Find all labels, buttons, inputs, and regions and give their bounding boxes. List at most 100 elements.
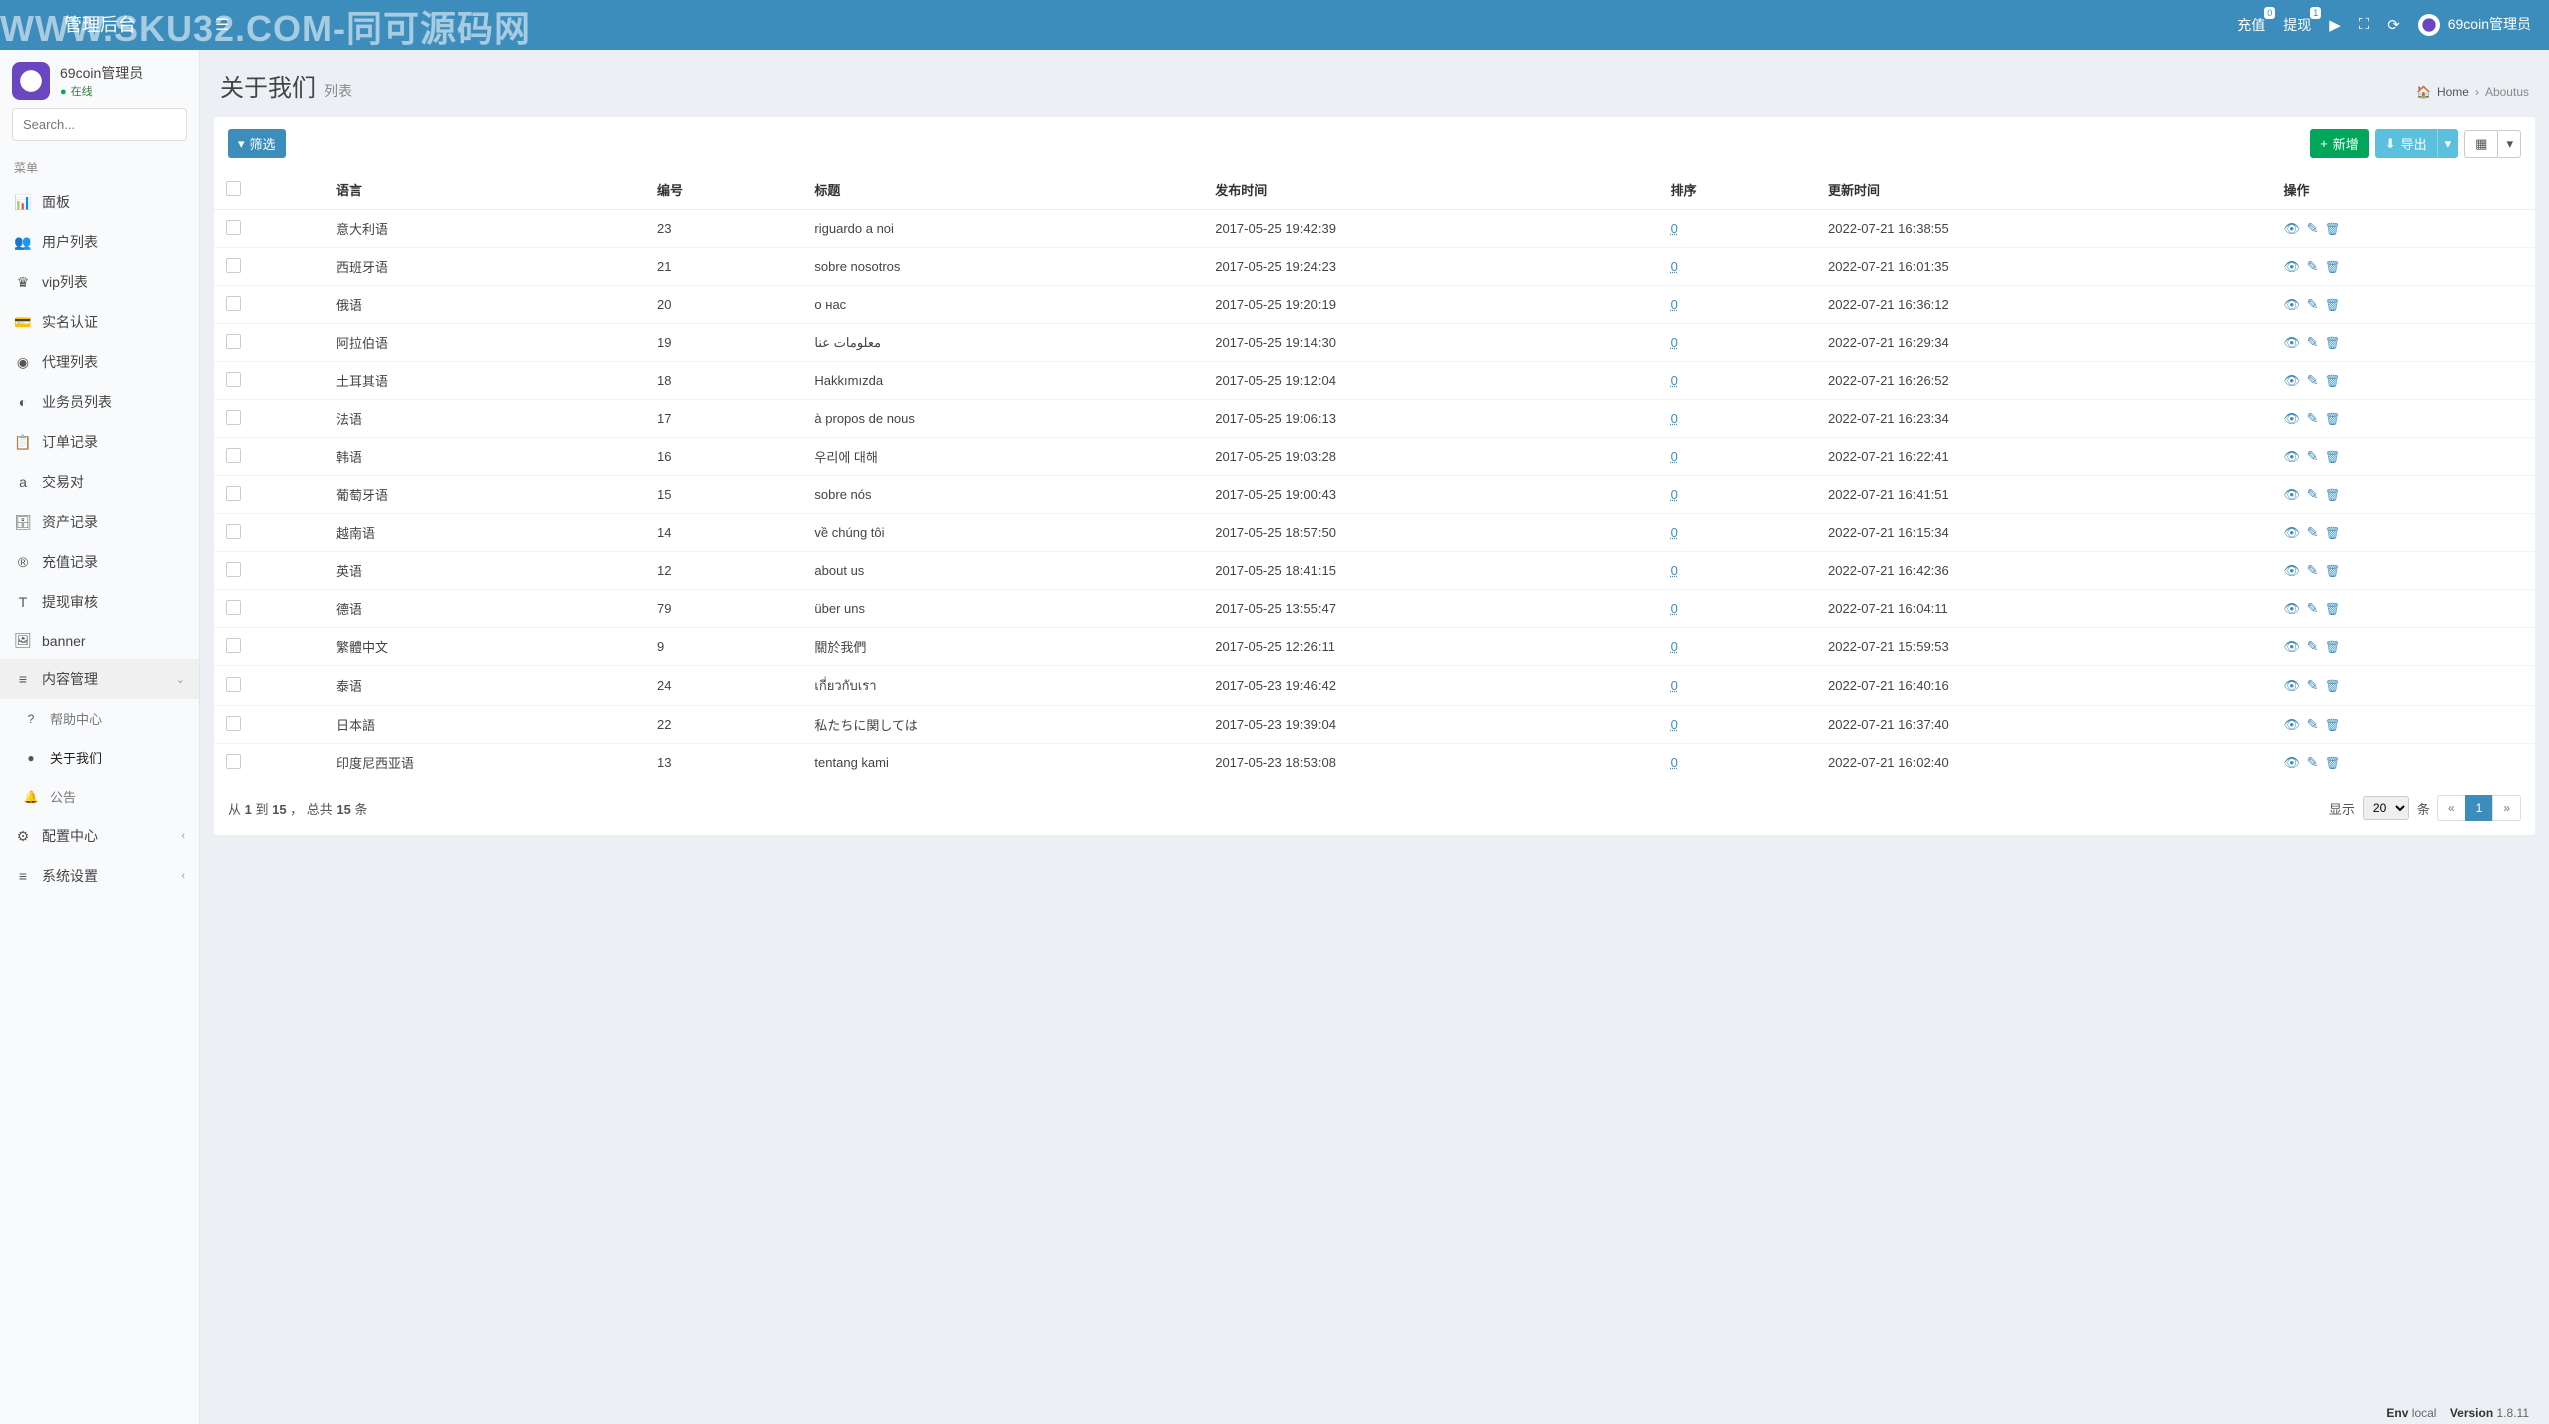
export-caret[interactable]: ▾ (2437, 129, 2459, 158)
edit-icon[interactable] (2307, 448, 2319, 464)
cell-sort[interactable]: 0 (1671, 259, 1678, 274)
cell-sort[interactable]: 0 (1671, 373, 1678, 388)
cell-sort[interactable]: 0 (1671, 221, 1678, 236)
row-checkbox[interactable] (226, 600, 241, 615)
sidebar-item-content-mgmt[interactable]: ≡ 内容管理 ⌄ (0, 659, 199, 699)
sidebar-item-0[interactable]: 📊面板 (0, 182, 199, 222)
row-checkbox[interactable] (226, 677, 241, 692)
delete-icon[interactable] (2325, 524, 2340, 540)
view-icon[interactable] (2283, 677, 2300, 693)
edit-icon[interactable] (2307, 220, 2319, 236)
view-icon[interactable] (2283, 258, 2300, 274)
add-button[interactable]: + 新增 (2310, 129, 2369, 158)
view-icon[interactable] (2283, 296, 2300, 312)
edit-icon[interactable] (2307, 334, 2319, 350)
cell-sort[interactable]: 0 (1671, 525, 1678, 540)
delete-icon[interactable] (2325, 677, 2340, 693)
row-checkbox[interactable] (226, 448, 241, 463)
refresh-icon[interactable]: ⟳ (2387, 16, 2400, 34)
logo[interactable]: 管理后台 (0, 0, 200, 50)
fullscreen-icon[interactable]: ⛶ (2359, 16, 2370, 33)
delete-icon[interactable] (2325, 638, 2340, 654)
cell-sort[interactable]: 0 (1671, 678, 1678, 693)
col-id[interactable]: 编号 (645, 170, 802, 210)
row-checkbox[interactable] (226, 334, 241, 349)
sidebar-item-11[interactable]: 🖼banner (0, 622, 199, 659)
edit-icon[interactable] (2307, 296, 2319, 312)
sidebar-item-5[interactable]: ◐业务员列表 (0, 382, 199, 422)
row-checkbox[interactable] (226, 486, 241, 501)
edit-icon[interactable] (2307, 372, 2319, 388)
sidebar-subitem-0[interactable]: ?帮助中心 (0, 699, 199, 738)
view-icon[interactable] (2283, 754, 2300, 770)
col-sort[interactable]: 排序 (1659, 170, 1816, 210)
cell-sort[interactable]: 0 (1671, 335, 1678, 350)
topnav-withdraw[interactable]: 提现 1 (2283, 15, 2311, 35)
select-all-checkbox[interactable] (226, 181, 241, 196)
row-checkbox[interactable] (226, 638, 241, 653)
delete-icon[interactable] (2325, 334, 2340, 350)
delete-icon[interactable] (2325, 410, 2340, 426)
edit-icon[interactable] (2307, 600, 2319, 616)
edit-icon[interactable] (2307, 638, 2319, 654)
row-checkbox[interactable] (226, 410, 241, 425)
col-upd[interactable]: 更新时间 (1816, 170, 2271, 210)
page-size-select[interactable]: 20 (2363, 796, 2409, 820)
col-lang[interactable]: 语言 (324, 170, 645, 210)
sidebar-toggle[interactable]: ☰ (200, 15, 244, 35)
play-icon[interactable]: ▶ (2329, 16, 2341, 34)
page-1[interactable]: 1 (2465, 795, 2494, 821)
grid-button[interactable]: ▦ (2464, 130, 2498, 158)
delete-icon[interactable] (2325, 220, 2340, 236)
sidebar-item-6[interactable]: 📋订单记录 (0, 422, 199, 462)
view-icon[interactable] (2283, 334, 2300, 350)
edit-icon[interactable] (2307, 486, 2319, 502)
topnav-recharge[interactable]: 充值 0 (2237, 15, 2265, 35)
row-checkbox[interactable] (226, 754, 241, 769)
delete-icon[interactable] (2325, 754, 2340, 770)
sidebar-item-10[interactable]: T提现审核 (0, 582, 199, 622)
sidebar-item-8[interactable]: 🗄资产记录 (0, 502, 199, 542)
crumb-home[interactable]: Home (2437, 85, 2469, 99)
view-icon[interactable] (2283, 638, 2300, 654)
col-title[interactable]: 标题 (802, 170, 1203, 210)
row-checkbox[interactable] (226, 296, 241, 311)
view-icon[interactable] (2283, 600, 2300, 616)
export-button[interactable]: ⬇ 导出 (2375, 129, 2437, 158)
sidebar-item-3[interactable]: 💳实名认证 (0, 302, 199, 342)
delete-icon[interactable] (2325, 716, 2340, 732)
grid-caret[interactable]: ▾ (2498, 130, 2521, 158)
cell-sort[interactable]: 0 (1671, 717, 1678, 732)
view-icon[interactable] (2283, 716, 2300, 732)
edit-icon[interactable] (2307, 716, 2319, 732)
edit-icon[interactable] (2307, 258, 2319, 274)
row-checkbox[interactable] (226, 524, 241, 539)
edit-icon[interactable] (2307, 677, 2319, 693)
delete-icon[interactable] (2325, 372, 2340, 388)
delete-icon[interactable] (2325, 258, 2340, 274)
row-checkbox[interactable] (226, 562, 241, 577)
topnav-user[interactable]: 69coin管理员 (2418, 14, 2531, 36)
sidebar-subitem-1[interactable]: ●关于我们 (0, 738, 199, 777)
row-checkbox[interactable] (226, 258, 241, 273)
view-icon[interactable] (2283, 562, 2300, 578)
view-icon[interactable] (2283, 524, 2300, 540)
filter-button[interactable]: ▾ 筛选 (228, 129, 286, 158)
page-prev[interactable]: « (2437, 795, 2466, 821)
view-icon[interactable] (2283, 372, 2300, 388)
cell-sort[interactable]: 0 (1671, 297, 1678, 312)
view-icon[interactable] (2283, 448, 2300, 464)
sidebar-item-7[interactable]: a交易对 (0, 462, 199, 502)
sidebar-subitem-2[interactable]: 🔔公告 (0, 777, 199, 816)
sidebar-item-2[interactable]: ♛vip列表 (0, 262, 199, 302)
view-icon[interactable] (2283, 486, 2300, 502)
row-checkbox[interactable] (226, 220, 241, 235)
delete-icon[interactable] (2325, 486, 2340, 502)
edit-icon[interactable] (2307, 410, 2319, 426)
row-checkbox[interactable] (226, 372, 241, 387)
sidebar-item-1[interactable]: 👥用户列表 (0, 222, 199, 262)
edit-icon[interactable] (2307, 754, 2319, 770)
view-icon[interactable] (2283, 410, 2300, 426)
cell-sort[interactable]: 0 (1671, 411, 1678, 426)
search-input[interactable] (13, 109, 200, 140)
